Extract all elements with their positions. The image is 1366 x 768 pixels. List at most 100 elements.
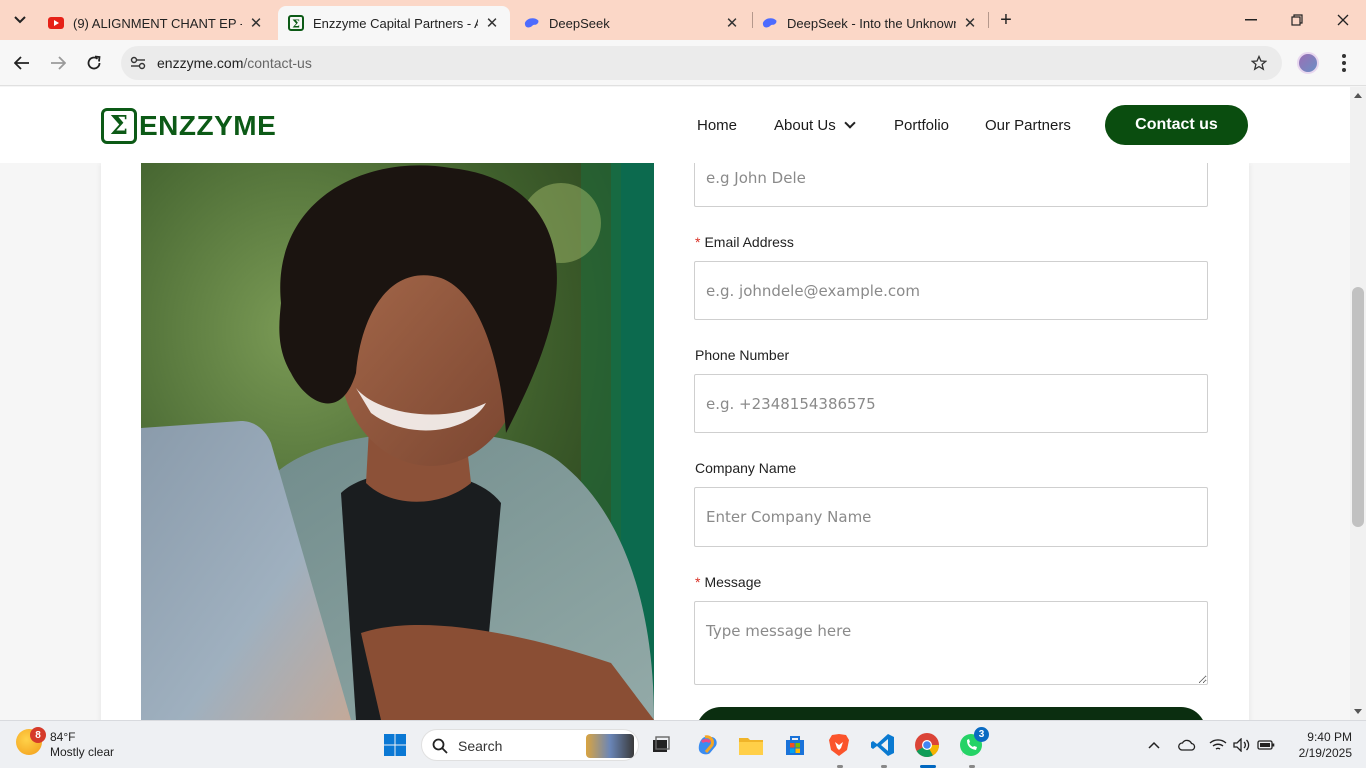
address-bar[interactable]: enzzyme.com/contact-us — [121, 46, 1282, 80]
wifi-button[interactable] — [1206, 729, 1230, 761]
minimize-icon — [1245, 19, 1257, 21]
message-field[interactable] — [694, 601, 1208, 685]
file-explorer-button[interactable] — [735, 729, 767, 761]
deepseek-icon — [524, 15, 540, 31]
clock[interactable]: 9:40 PM 2/19/2025 — [1299, 729, 1352, 761]
contact-photo — [141, 163, 654, 720]
chrome-button[interactable] — [911, 729, 943, 761]
browser-toolbar: enzzyme.com/contact-us — [0, 40, 1366, 86]
page-viewport: Σ ENZZYME Home About Us Portfolio Our Pa… — [0, 87, 1350, 720]
clock-time: 9:40 PM — [1307, 730, 1352, 744]
scroll-down-icon[interactable] — [1354, 709, 1362, 714]
deepseek-icon — [762, 15, 778, 31]
chevron-down-icon — [14, 16, 26, 24]
nav-home[interactable]: Home — [697, 117, 737, 134]
message-label-text: Message — [704, 574, 762, 590]
chevron-up-icon — [1148, 741, 1160, 749]
scroll-up-icon[interactable] — [1354, 93, 1362, 98]
weather-desc: Mostly clear — [50, 745, 115, 759]
start-button[interactable] — [379, 729, 411, 761]
brave-browser-button[interactable] — [823, 729, 855, 761]
url-host: enzzyme.com — [157, 55, 244, 71]
brave-icon — [829, 734, 849, 756]
browser-menu-icon[interactable] — [1334, 52, 1354, 74]
email-label: * Email Address — [695, 234, 794, 250]
required-marker: * — [695, 574, 701, 590]
contact-us-button[interactable]: Contact us — [1105, 105, 1248, 145]
reload-button[interactable] — [80, 49, 108, 77]
copilot-icon — [698, 735, 717, 755]
scrollbar-thumb[interactable] — [1352, 287, 1364, 527]
nav-portfolio[interactable]: Portfolio — [894, 117, 949, 134]
phone-field[interactable] — [694, 374, 1208, 433]
close-icon[interactable]: ✕ — [724, 15, 740, 32]
enzzyme-favicon: Σ — [288, 15, 304, 31]
tab-youtube[interactable]: (9) ALIGNMENT CHANT EP - La ✕ — [38, 6, 274, 40]
message-label: * Message — [695, 574, 761, 590]
page-scrollbar[interactable] — [1350, 87, 1366, 720]
tab-title: DeepSeek — [549, 15, 610, 31]
youtube-icon — [48, 15, 64, 31]
reload-icon — [87, 55, 101, 70]
close-icon — [1337, 14, 1349, 26]
sigma-logo-icon: Σ — [101, 107, 137, 144]
submit-button[interactable] — [696, 707, 1206, 720]
new-tab-button[interactable]: + — [994, 8, 1018, 32]
search-highlight-art — [586, 734, 634, 758]
microsoft-store-button[interactable] — [779, 729, 811, 761]
windows-icon — [384, 734, 406, 756]
tab-separator — [988, 12, 989, 28]
volume-button[interactable] — [1230, 729, 1254, 761]
company-label: Company Name — [695, 460, 797, 476]
tab-deepseek-unknown[interactable]: DeepSeek - Into the Unknown ✕ — [752, 6, 988, 40]
close-window-button[interactable] — [1320, 0, 1366, 40]
whatsapp-button[interactable]: 3 — [955, 727, 989, 761]
store-icon — [786, 736, 804, 755]
wifi-icon — [1209, 739, 1227, 750]
company-field[interactable] — [694, 487, 1208, 547]
nav-our-partners[interactable]: Our Partners — [985, 117, 1071, 134]
profile-avatar[interactable] — [1297, 52, 1319, 74]
battery-button[interactable] — [1254, 729, 1278, 761]
task-view-icon — [653, 736, 670, 752]
clock-date: 2/19/2025 — [1298, 746, 1352, 760]
weather-widget[interactable]: 8 84°F Mostly clear — [16, 727, 114, 759]
email-field[interactable] — [694, 261, 1208, 320]
cloud-icon — [1178, 739, 1196, 751]
weather-text: 84°F Mostly clear — [50, 730, 114, 760]
close-icon[interactable]: ✕ — [962, 15, 978, 32]
email-label-text: Email Address — [704, 234, 794, 250]
phone-label: Phone Number — [695, 347, 790, 363]
restore-button[interactable] — [1274, 0, 1320, 40]
site-settings-icon[interactable] — [129, 54, 147, 72]
tab-title: (9) ALIGNMENT CHANT EP - La — [73, 15, 242, 31]
tab-deepseek[interactable]: DeepSeek ✕ — [514, 6, 750, 40]
enzzyme-logo[interactable]: Σ ENZZYME — [101, 107, 276, 144]
forward-button[interactable] — [44, 49, 72, 77]
bookmark-star-icon[interactable] — [1250, 54, 1268, 72]
onedrive-button[interactable] — [1174, 729, 1200, 761]
arrow-right-icon — [51, 56, 66, 70]
copilot-button[interactable] — [692, 729, 724, 761]
nav-about-label: About Us — [774, 117, 836, 134]
back-button[interactable] — [8, 49, 36, 77]
close-icon[interactable]: ✕ — [248, 15, 264, 32]
search-label: Search — [458, 738, 503, 754]
arrow-left-icon — [14, 56, 29, 70]
tab-search-button[interactable] — [6, 6, 34, 34]
tray-overflow-button[interactable] — [1142, 729, 1166, 761]
whatsapp-badge: 3 — [974, 727, 989, 742]
close-icon[interactable]: ✕ — [484, 15, 500, 32]
task-view-button[interactable] — [645, 729, 677, 761]
vscode-icon — [871, 734, 894, 756]
logo-wordmark: ENZZYME — [139, 109, 277, 141]
tab-enzzyme[interactable]: Σ Enzzyme Capital Partners - Afric ✕ — [278, 6, 510, 40]
search-icon — [432, 738, 448, 754]
required-marker: * — [695, 234, 701, 250]
taskbar-search[interactable]: Search — [421, 729, 639, 761]
vscode-button[interactable] — [867, 729, 899, 761]
restore-icon — [1291, 14, 1303, 26]
minimize-button[interactable] — [1228, 0, 1274, 40]
nav-about-us[interactable]: About Us — [774, 117, 856, 134]
weather-badge: 8 — [30, 727, 46, 743]
